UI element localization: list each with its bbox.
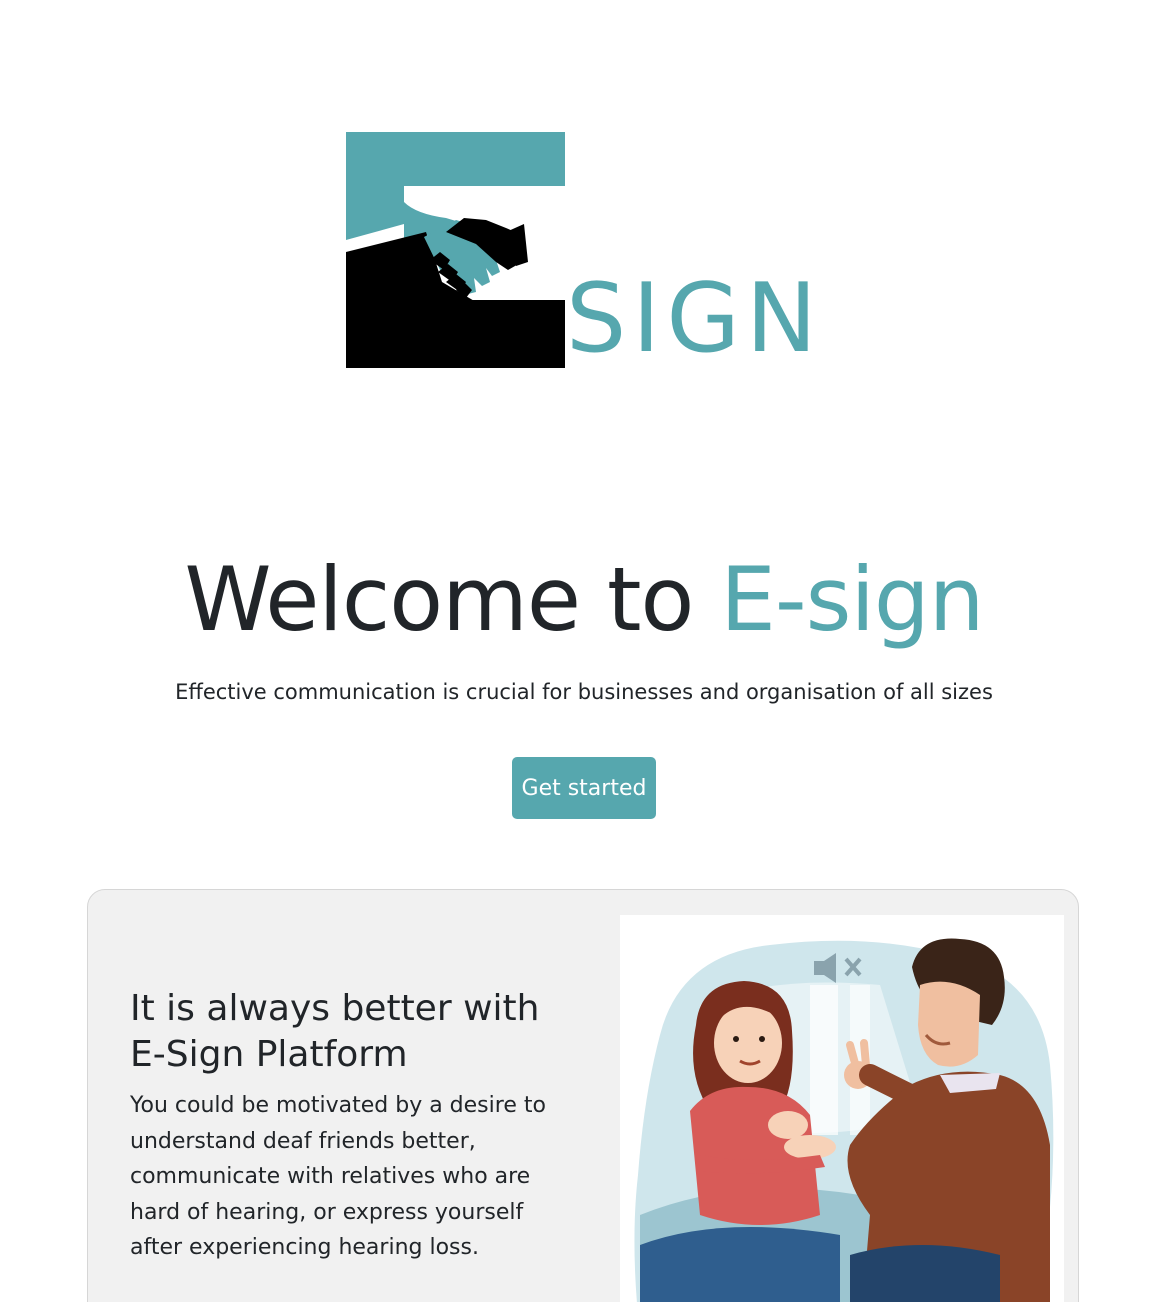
feature-description: You could be motivated by a desire to un…	[130, 1093, 546, 1260]
sign-language-illustration	[620, 915, 1064, 1302]
get-started-button[interactable]: Get started	[512, 757, 656, 819]
landing-page: SIGN Welcome to E-sign Effective communi…	[0, 0, 1168, 1302]
hero-subtitle: Effective communication is crucial for b…	[175, 680, 993, 704]
feature-card: It is always better with E-Sign Platform…	[87, 889, 1079, 1302]
sign-language-conversation-icon	[634, 938, 1054, 1302]
logo-wordmark: SIGN	[566, 264, 824, 374]
feature-title: It is always better with E-Sign Platform	[130, 988, 540, 1075]
hero-title: Welcome to E-sign	[0, 548, 1168, 652]
hero-title-accent: E-sign	[720, 548, 984, 651]
hero-title-prefix: Welcome to	[184, 548, 721, 651]
esign-logo: SIGN	[346, 132, 836, 372]
